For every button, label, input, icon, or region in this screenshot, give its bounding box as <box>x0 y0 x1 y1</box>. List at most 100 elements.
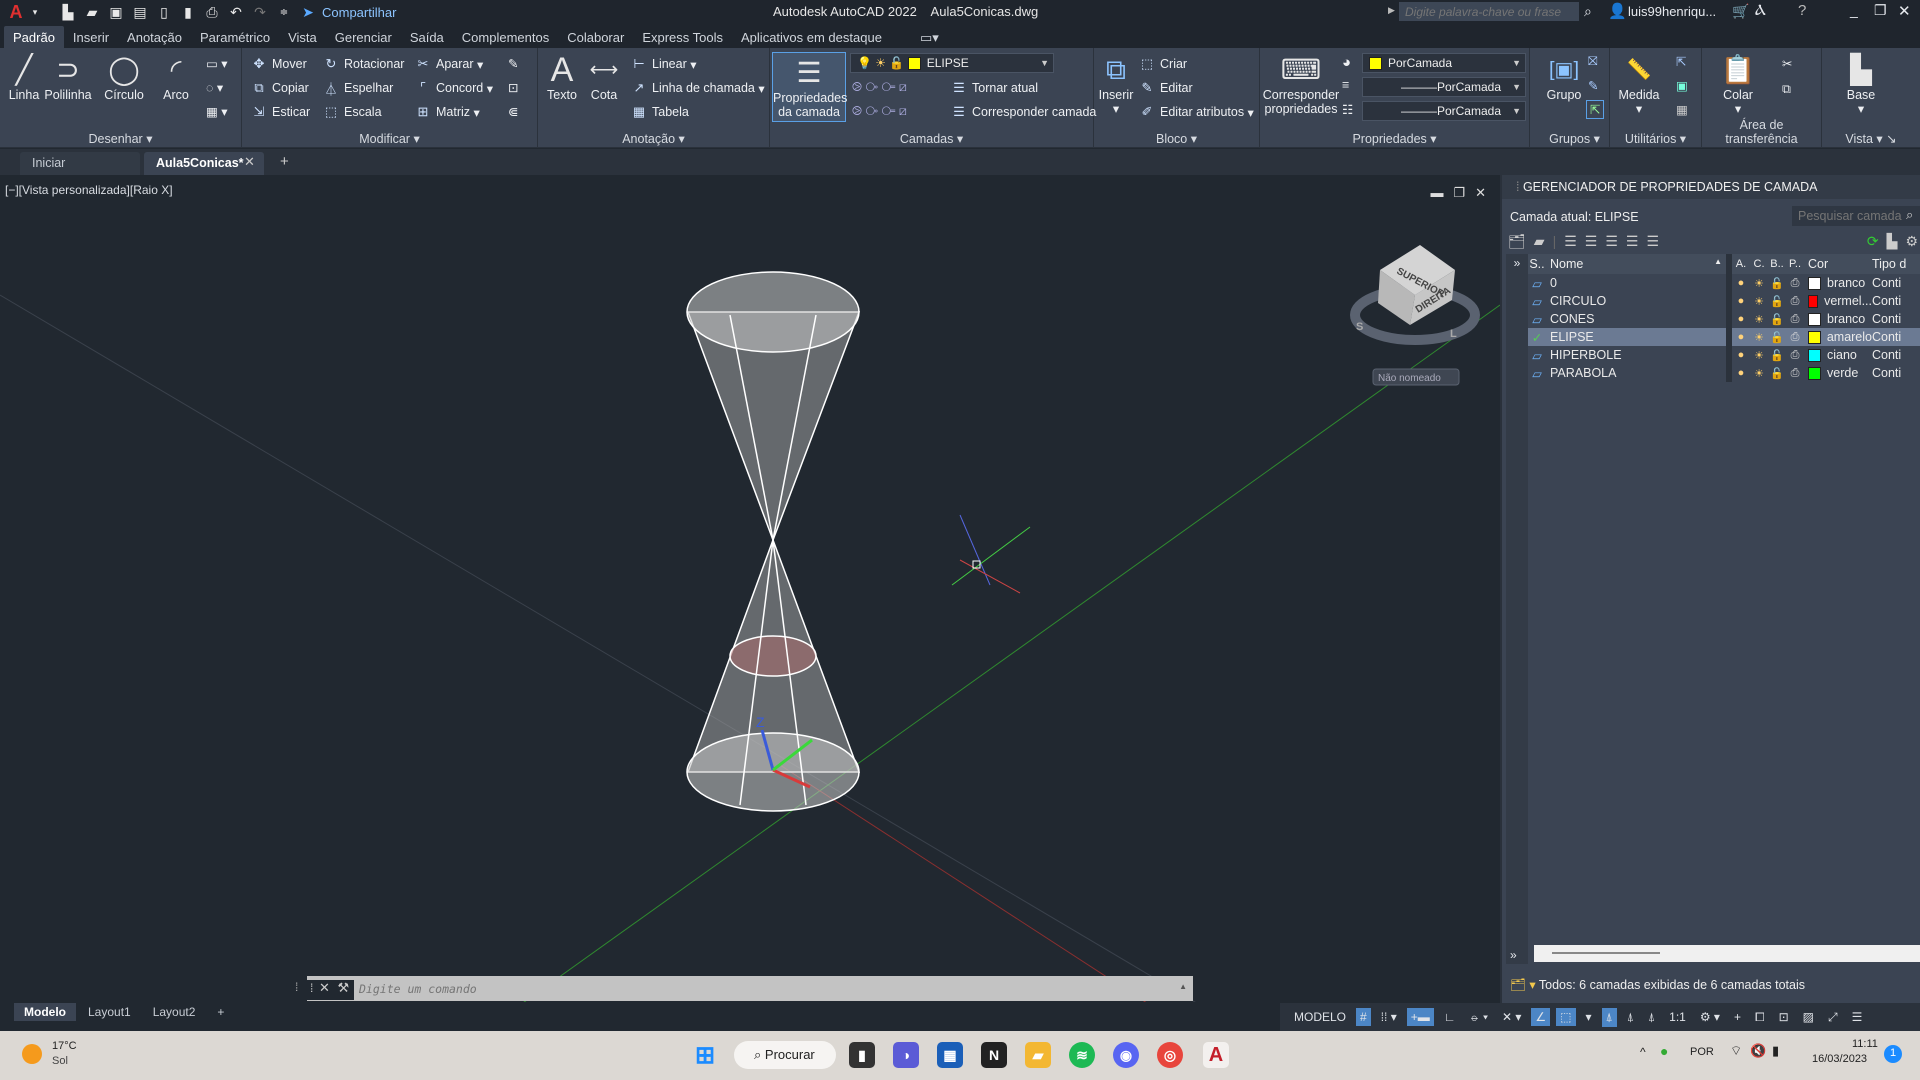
layer-color[interactable]: vermel... <box>1804 294 1872 308</box>
layer-row[interactable]: ▱ CIRCULO ● ☀ 🔓 ⎙ vermel... Conti <box>1528 292 1920 310</box>
layer-search-input[interactable] <box>1792 206 1920 226</box>
layer-unlock-icon[interactable]: 🔓 <box>1768 277 1786 290</box>
layer-tools-row2[interactable]: ⧁ ⧂ ⧃ ⧄ <box>852 104 907 119</box>
save-web-icon[interactable]: ▮ <box>178 3 198 21</box>
layer-thaw-icon[interactable]: ☀ <box>1750 367 1768 380</box>
expand-filter-bottom-icon[interactable]: » <box>1510 948 1517 962</box>
expand-filter-icon[interactable]: » <box>1506 256 1528 270</box>
drawing-viewport[interactable]: [−][Vista personalizada][Raio X] ▬ ❐ ✕ Z <box>0 175 1500 1005</box>
colar-button[interactable]: 📋 Colar ▾ <box>1718 52 1758 117</box>
restore-icon[interactable]: ❐ <box>1874 2 1887 19</box>
tab-anotacao[interactable]: Anotação <box>118 26 191 48</box>
viewcube[interactable]: SUPERIOR DIREITA S L <box>1350 245 1480 345</box>
layer-linetype[interactable]: Conti <box>1872 366 1912 380</box>
texto-button[interactable]: A Texto <box>542 52 582 102</box>
cota-button[interactable]: ⟷ Cota <box>584 52 624 102</box>
offset-icon[interactable]: ⋐ <box>508 104 518 119</box>
col-status[interactable]: S.. <box>1528 257 1546 271</box>
plot-icon[interactable]: ⎙ <box>202 3 222 21</box>
aparar-button[interactable]: ✂ Aparar ▾ <box>414 56 484 72</box>
rotacionar-button[interactable]: ↻ Rotacionar <box>322 56 405 72</box>
layer-thaw-icon[interactable]: ☀ <box>1750 313 1768 326</box>
language-indicator[interactable]: POR <box>1690 1046 1714 1058</box>
panel-bloco-title[interactable]: Bloco ▾ <box>1094 131 1259 146</box>
layer-plot-icon[interactable]: ⎙ <box>1786 313 1804 326</box>
cmd-grip-icon[interactable]: ⁞ <box>310 981 313 995</box>
layer-on-icon[interactable]: ● <box>1732 331 1750 343</box>
task-view-icon[interactable]: ▮ <box>849 1042 875 1068</box>
panel-area-transferencia-title[interactable]: Área de transferência <box>1702 118 1821 146</box>
open-web-icon[interactable]: ▯ <box>154 3 174 21</box>
windows-start-icon[interactable]: ⊞ <box>692 1042 718 1069</box>
search-expand-icon[interactable]: ▶ <box>1388 5 1395 16</box>
layer-color[interactable]: branco <box>1804 276 1872 290</box>
snap-toggle-icon[interactable]: ⁞⁞ ▾ <box>1377 1008 1401 1026</box>
col-linetype[interactable]: Tipo d <box>1872 257 1912 271</box>
layer-dropdown[interactable]: 💡 ☀ 🔓 ELIPSE ▼ <box>850 53 1054 73</box>
layer-plot-icon[interactable]: ⎙ <box>1786 295 1804 308</box>
panel-propriedades-title[interactable]: Propriedades ▾ <box>1260 131 1529 146</box>
layer-color[interactable]: ciano <box>1804 348 1872 362</box>
linha-chamada-button[interactable]: ↗ Linha de chamada ▾ <box>630 80 765 96</box>
layer-name[interactable]: 0 <box>1546 276 1726 290</box>
scrollbar-thumb[interactable] <box>1552 952 1660 954</box>
units-icon[interactable]: ⧠ <box>1751 1008 1769 1027</box>
layer-color[interactable]: branco <box>1804 312 1872 326</box>
discord-icon[interactable]: ◉ <box>1113 1042 1139 1068</box>
show-hidden-icons[interactable]: ^ <box>1640 1045 1646 1059</box>
object-snap-menu-icon[interactable]: ▾ <box>1582 1008 1596 1026</box>
circulo-button[interactable]: ◯ Círculo <box>98 52 150 103</box>
layer-row[interactable]: ✓ ELIPSE ● ☀ 🔓 ⎙ amarelo Conti <box>1528 328 1920 346</box>
copy-clip-icon[interactable]: ⧉ <box>1782 82 1791 97</box>
tab-complementos[interactable]: Complementos <box>453 26 558 48</box>
new-layer-icon[interactable]: ☰ <box>1585 233 1598 250</box>
corresponder-camada-button[interactable]: ☰ Corresponder camada <box>950 104 1096 120</box>
teams-chat-icon[interactable]: ◑ <box>893 1042 919 1068</box>
delete-layer-icon[interactable]: ☰ <box>1626 233 1639 250</box>
hatch-tool-icon[interactable]: ▦ ▾ <box>206 104 228 119</box>
layout-tab-layout1[interactable]: Layout1 <box>78 1003 141 1021</box>
layer-row[interactable]: ▱ 0 ● ☀ 🔓 ⎙ branco Conti <box>1528 274 1920 292</box>
color-dropdown[interactable]: PorCamada ▼ <box>1362 53 1526 73</box>
annotation-monitor-icon[interactable]: + <box>1730 1008 1745 1026</box>
set-current-icon[interactable]: ☰ <box>1646 233 1659 250</box>
annotation-visibility-icon[interactable]: ⍋ <box>1601 1007 1617 1027</box>
layer-name[interactable]: ELIPSE <box>1546 330 1726 344</box>
palette-title[interactable]: ⁞ GERENCIADOR DE PROPRIEDADES DE CAMADA <box>1502 175 1920 199</box>
col-color[interactable]: Cor <box>1804 257 1872 271</box>
auto-scale-icon[interactable]: ⍋ <box>1623 1008 1638 1027</box>
layout-tab-modelo[interactable]: Modelo <box>14 1003 76 1021</box>
editar-button[interactable]: ✎ Editar <box>1138 80 1193 96</box>
layer-on-icon[interactable]: ● <box>1732 277 1750 289</box>
cmd-history-icon[interactable]: ▲ <box>1179 982 1187 991</box>
annotation-scale-value[interactable]: 1:1 <box>1665 1008 1690 1026</box>
layer-name[interactable]: HIPERBOLE <box>1546 348 1726 362</box>
layer-unlock-icon[interactable]: 🔓 <box>1768 331 1786 344</box>
cmd-close-icon[interactable]: ✕ <box>319 980 330 995</box>
fullscreen-icon[interactable]: ⤢ <box>1824 1008 1842 1027</box>
isolate-objects-icon[interactable]: ⊡ <box>1775 1008 1793 1026</box>
explode-icon[interactable]: ⊡ <box>508 80 518 95</box>
tab-padrao[interactable]: Padrão <box>4 26 64 48</box>
doc-tab-iniciar[interactable]: Iniciar <box>20 152 140 175</box>
col-lock[interactable]: B.. <box>1768 258 1786 270</box>
share-button[interactable]: Compartilhar <box>322 5 396 20</box>
tab-express-tools[interactable]: Express Tools <box>633 26 732 48</box>
col-plot[interactable]: P.. <box>1786 258 1804 270</box>
customize-status-icon[interactable]: ☰ <box>1848 1008 1867 1026</box>
layer-linetype[interactable]: Conti <box>1872 348 1912 362</box>
object-snap-icon[interactable]: ⬚ <box>1556 1008 1576 1026</box>
lineweight-dropdown[interactable]: ——— PorCamada ▼ <box>1362 77 1526 97</box>
undo-icon[interactable]: ↶ <box>226 3 246 21</box>
layer-linetype[interactable]: Conti <box>1872 276 1912 290</box>
tornar-atual-button[interactable]: ☰ Tornar atual <box>950 80 1038 96</box>
command-input[interactable] <box>359 981 1139 996</box>
corresponder-propriedades-button[interactable]: ⌨ Corresponder propriedades <box>1262 52 1340 117</box>
panel-vista-title[interactable]: Vista ▾ ↘ <box>1822 131 1920 146</box>
new-group-filter-icon[interactable]: ▰ <box>1534 233 1545 250</box>
linetype-dropdown[interactable]: ——— PorCamada ▼ <box>1362 101 1526 121</box>
layer-states-icon[interactable]: ☰ <box>1564 233 1577 250</box>
layer-color[interactable]: verde <box>1804 366 1872 380</box>
matriz-button[interactable]: ⊞ Matriz ▾ <box>414 104 480 120</box>
layer-plot-icon[interactable]: ⎙ <box>1786 277 1804 290</box>
